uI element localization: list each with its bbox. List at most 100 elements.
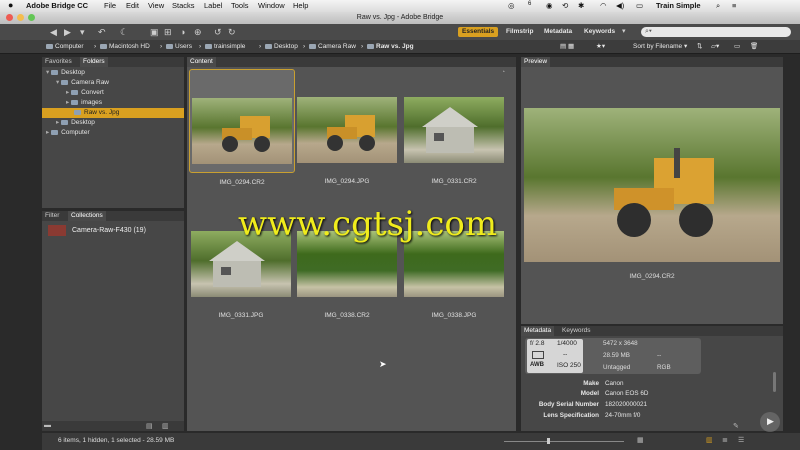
- new-folder-icon[interactable]: ▭: [734, 42, 740, 51]
- workspace-filmstrip[interactable]: Filmstrip: [502, 27, 537, 37]
- spotlight-icon[interactable]: ⌕: [716, 1, 720, 11]
- forward-icon[interactable]: ▶: [64, 27, 71, 37]
- tab-content[interactable]: Content: [187, 57, 216, 67]
- wifi-icon[interactable]: ◠: [600, 1, 607, 10]
- creative-cloud-icon[interactable]: ◎: [508, 1, 515, 10]
- sort-dropdown[interactable]: Sort by Filename ▾: [633, 42, 687, 51]
- user-name[interactable]: Train Simple: [656, 1, 701, 10]
- thumbnail-img-0338-cr2[interactable]: IMG_0338.CR2: [295, 231, 399, 333]
- star-filter-icon[interactable]: ★▾: [596, 42, 605, 51]
- breadcrumb-trainsimple[interactable]: trainsimple: [205, 42, 245, 51]
- menu-edit[interactable]: Edit: [126, 1, 139, 10]
- metadata-value-lens[interactable]: 24-70mm f/0: [605, 412, 640, 419]
- recent-files-icon[interactable]: ▱▾: [711, 42, 719, 51]
- tab-filter[interactable]: Filter: [42, 211, 62, 221]
- volume-icon[interactable]: ◀): [616, 1, 624, 10]
- rotate-right-icon[interactable]: ↻: [228, 27, 236, 37]
- new-smart-collection-icon[interactable]: ▬: [44, 422, 51, 429]
- workspace-keywords[interactable]: Keywords: [580, 27, 619, 37]
- tree-item-computer[interactable]: ▸ Computer: [46, 128, 90, 138]
- menu-help[interactable]: Help: [293, 1, 308, 10]
- rotate-left-icon[interactable]: ↺: [214, 27, 222, 37]
- rating-dots[interactable]: · · · · ·: [234, 170, 248, 176]
- apple-icon[interactable]: ●: [8, 0, 13, 10]
- tab-collections[interactable]: Collections: [68, 211, 106, 221]
- thumbnail-size-slider[interactable]: [504, 441, 624, 442]
- search-input[interactable]: ⌕▾: [641, 27, 791, 37]
- thumbnail-img-0294-jpg[interactable]: IMG_0294.JPG: [295, 97, 399, 199]
- thumbnail-label: IMG_0338.CR2: [324, 312, 370, 319]
- time-machine-icon[interactable]: ⟲: [562, 1, 568, 10]
- delete-collection-icon[interactable]: ▥: [162, 422, 169, 430]
- refine-icon[interactable]: ⊞: [164, 27, 172, 37]
- menu-label[interactable]: Label: [204, 1, 222, 10]
- notification-center-icon[interactable]: ≡: [732, 1, 736, 10]
- tree-item-raw-vs-jpg[interactable]: Raw vs. Jpg: [42, 108, 184, 118]
- breadcrumb-macintosh-hd[interactable]: Macintosh HD: [100, 42, 150, 51]
- tab-metadata[interactable]: Metadata: [521, 326, 555, 336]
- collection-item[interactable]: Camera-Raw-F430 (19): [46, 225, 182, 237]
- bluetooth-icon[interactable]: ✱: [578, 1, 584, 10]
- preview-image[interactable]: [524, 108, 780, 262]
- slider-thumb[interactable]: [547, 438, 550, 444]
- collection-label: Camera-Raw-F430 (19): [72, 227, 146, 234]
- tree-item-convert[interactable]: ▸ Convert: [66, 88, 104, 98]
- tab-preview[interactable]: Preview: [521, 57, 551, 67]
- battery-icon[interactable]: ▭: [636, 1, 643, 10]
- app-menu[interactable]: Adobe Bridge CC: [26, 1, 88, 10]
- tab-folders[interactable]: Folders: [80, 57, 108, 67]
- tab-keywords[interactable]: Keywords: [559, 326, 594, 336]
- breadcrumb-camera-raw[interactable]: Camera Raw: [309, 42, 356, 51]
- thumbnail-img-0331-jpg[interactable]: IMG_0331.JPG: [189, 231, 293, 333]
- menu-stacks[interactable]: Stacks: [172, 1, 195, 10]
- back-icon[interactable]: ◀: [50, 27, 57, 37]
- eye-icon[interactable]: ◉: [546, 1, 553, 10]
- menu-window[interactable]: Window: [258, 1, 285, 10]
- tree-item-desktop-2[interactable]: ▸ Desktop: [56, 118, 95, 128]
- tab-favorites[interactable]: Favorites: [42, 57, 75, 67]
- menu-view[interactable]: View: [148, 1, 164, 10]
- new-collection-icon[interactable]: ▤: [146, 422, 153, 430]
- thumbnail-img-0331-cr2[interactable]: IMG_0331.CR2: [402, 97, 506, 199]
- tree-item-images[interactable]: ▸ images: [66, 98, 102, 108]
- pencil-icon[interactable]: ✎: [733, 422, 739, 430]
- output-icon[interactable]: ⊕: [194, 27, 202, 37]
- minimize-window-button[interactable]: [17, 14, 24, 21]
- zoom-window-button[interactable]: [28, 14, 35, 21]
- panel-menu-icon[interactable]: ◔: [501, 69, 505, 76]
- tree-item-desktop[interactable]: ▾ Desktop: [46, 68, 85, 78]
- breadcrumb-computer[interactable]: Computer: [46, 42, 84, 51]
- window-title: Raw vs. Jpg - Adobe Bridge: [356, 14, 444, 21]
- metadata-value-serial[interactable]: 182020000021: [605, 401, 647, 408]
- tree-item-camera-raw[interactable]: ▾ Camera Raw: [56, 78, 109, 88]
- close-window-button[interactable]: [6, 14, 13, 21]
- return-to-photoshop-icon[interactable]: ↶: [98, 27, 106, 37]
- open-in-camera-raw-icon[interactable]: ◑: [180, 27, 185, 37]
- thumbnail-img-0338-jpg[interactable]: IMG_0338.JPG: [402, 231, 506, 333]
- folder-history-icon[interactable]: ▾: [80, 27, 85, 37]
- metadata-scrollbar[interactable]: [773, 372, 776, 392]
- workspace-menu-icon[interactable]: ▾: [622, 27, 626, 37]
- view-as-list-icon[interactable]: ☰: [738, 436, 744, 444]
- metadata-value-model[interactable]: Canon EOS 6D: [605, 390, 648, 397]
- menu-tools[interactable]: Tools: [231, 1, 249, 10]
- breadcrumb-users[interactable]: Users: [166, 42, 192, 51]
- trash-icon[interactable]: 🗑: [750, 42, 758, 51]
- thumbnail-img-0294-cr2[interactable]: · · · · · IMG_0294.CR2: [189, 69, 295, 186]
- get-photos-icon[interactable]: ▣: [150, 27, 159, 37]
- play-button[interactable]: ▶: [760, 412, 780, 432]
- menu-file[interactable]: File: [104, 1, 116, 10]
- view-as-details-icon[interactable]: ≣: [722, 436, 728, 444]
- breadcrumb-desktop[interactable]: Desktop: [265, 42, 298, 51]
- metadata-value-make[interactable]: Canon: [605, 380, 624, 387]
- preview-filename: IMG_0294.CR2: [629, 273, 675, 280]
- lock-thumbnail-grid-icon[interactable]: ▦: [637, 436, 644, 444]
- workspace-metadata[interactable]: Metadata: [540, 27, 576, 37]
- workspace-essentials[interactable]: Essentials: [458, 27, 499, 37]
- view-toggle-icon[interactable]: ▤ ▦: [560, 42, 574, 51]
- breadcrumb-raw-vs-jpg[interactable]: Raw vs. Jpg: [367, 42, 414, 51]
- view-as-thumbnails-icon[interactable]: ▥: [706, 436, 713, 444]
- sort-direction-icon[interactable]: ⇅: [697, 42, 702, 51]
- loader-photo: [614, 148, 714, 237]
- boomerang-icon[interactable]: ☾: [120, 27, 128, 37]
